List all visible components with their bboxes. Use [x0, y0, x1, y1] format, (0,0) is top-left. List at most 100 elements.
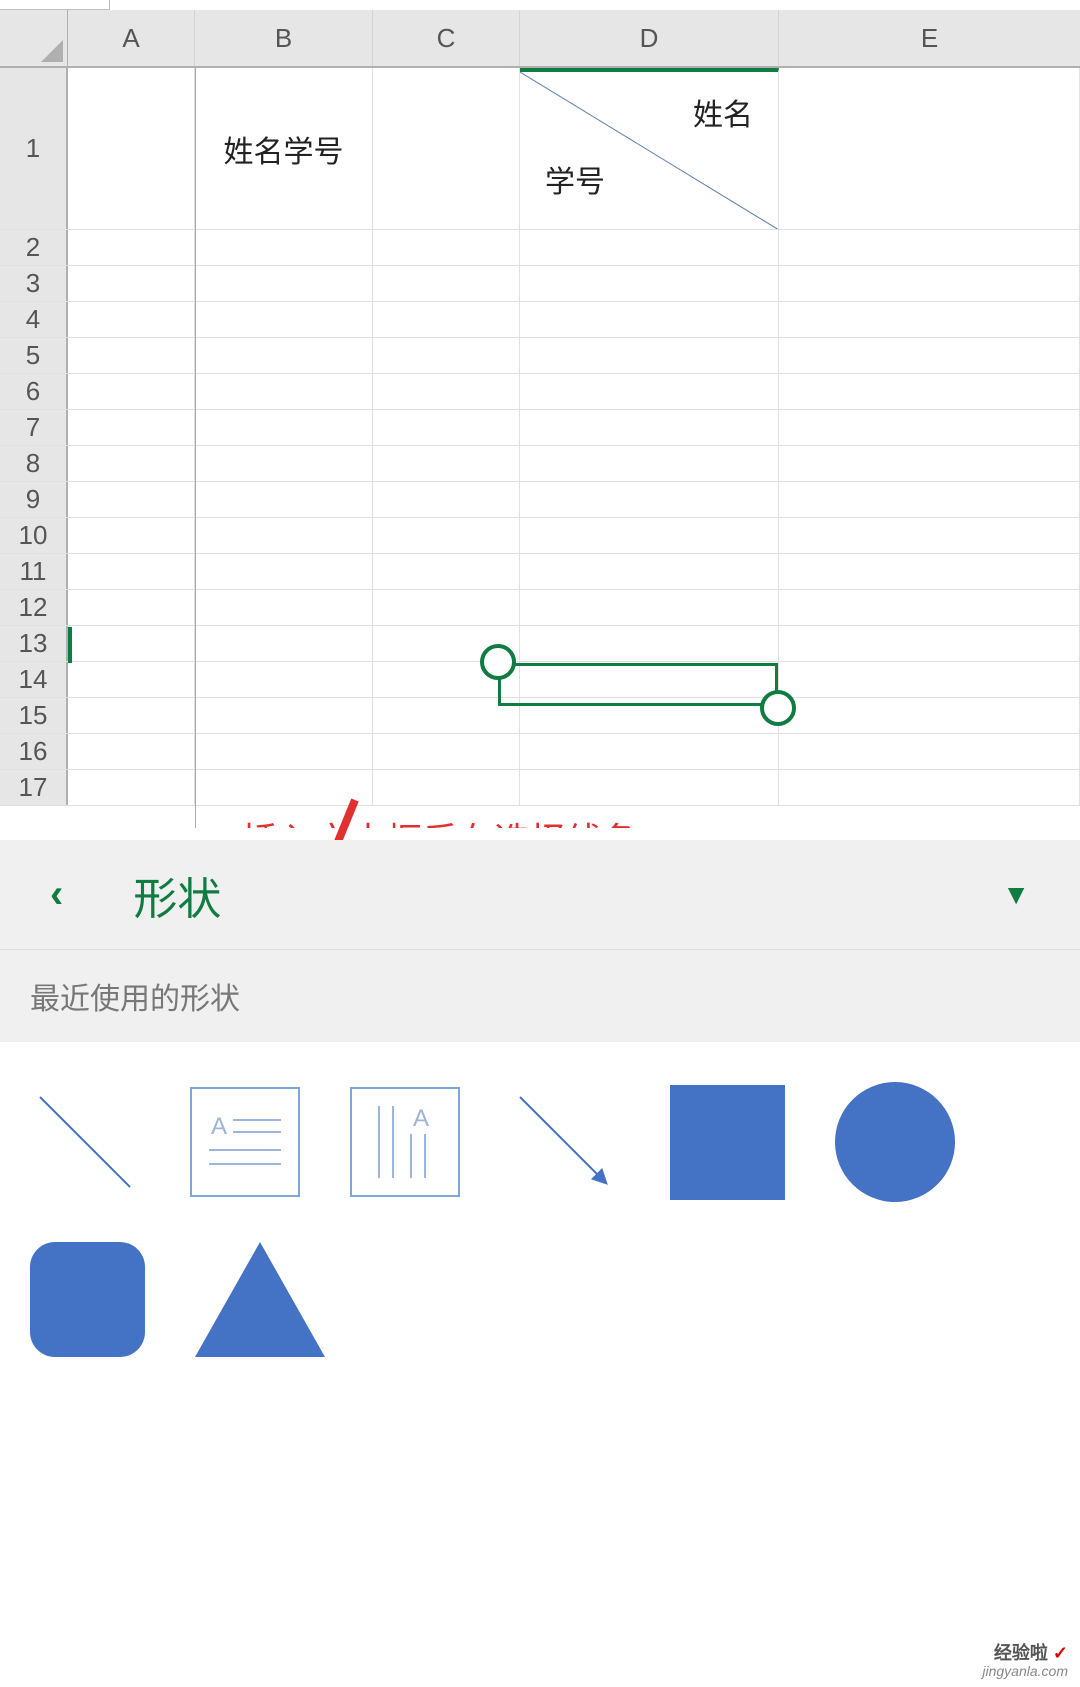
cell[interactable]: [68, 338, 195, 373]
oval-shape-button[interactable]: [835, 1082, 955, 1202]
cell[interactable]: [195, 590, 373, 625]
row-header-7[interactable]: 7: [0, 410, 68, 445]
cell[interactable]: [373, 482, 520, 517]
row-header-17[interactable]: 17: [0, 770, 68, 805]
cell[interactable]: [195, 626, 373, 661]
cell[interactable]: [779, 662, 1080, 697]
cell[interactable]: [373, 302, 520, 337]
cell[interactable]: [520, 554, 779, 589]
row-header-1[interactable]: 1: [0, 68, 68, 229]
resize-handle-bottom-right[interactable]: [760, 690, 796, 726]
row-header-8[interactable]: 8: [0, 446, 68, 481]
column-header-e[interactable]: E: [779, 10, 1080, 66]
row-header-5[interactable]: 5: [0, 338, 68, 373]
row-header-3[interactable]: 3: [0, 266, 68, 301]
row-header-9[interactable]: 9: [0, 482, 68, 517]
cell[interactable]: [195, 446, 373, 481]
cell[interactable]: [195, 230, 373, 265]
cell[interactable]: [195, 734, 373, 769]
line-shape-button[interactable]: [30, 1087, 140, 1197]
row-header-11[interactable]: 11: [0, 554, 68, 589]
cell[interactable]: [520, 590, 779, 625]
inserted-textbox-shape[interactable]: [498, 663, 778, 706]
cell[interactable]: [373, 554, 520, 589]
cell[interactable]: [195, 662, 373, 697]
cell[interactable]: [195, 302, 373, 337]
cell[interactable]: [520, 410, 779, 445]
cell[interactable]: [779, 446, 1080, 481]
cell[interactable]: [779, 770, 1080, 805]
cell[interactable]: [195, 482, 373, 517]
row-header-4[interactable]: 4: [0, 302, 68, 337]
cell[interactable]: [779, 698, 1080, 733]
cell[interactable]: [373, 734, 520, 769]
cell[interactable]: [779, 482, 1080, 517]
cell[interactable]: [779, 338, 1080, 373]
rectangle-shape-button[interactable]: [670, 1085, 785, 1200]
cell-d1[interactable]: 姓名 学号: [520, 68, 779, 229]
cell[interactable]: [195, 410, 373, 445]
cell[interactable]: [68, 302, 195, 337]
cell[interactable]: [68, 626, 195, 661]
cell[interactable]: [373, 446, 520, 481]
cell[interactable]: [373, 518, 520, 553]
cell[interactable]: [373, 590, 520, 625]
cell[interactable]: [520, 374, 779, 409]
cell[interactable]: [68, 770, 195, 805]
rounded-rectangle-shape-button[interactable]: [30, 1242, 145, 1357]
cell[interactable]: [373, 230, 520, 265]
cell[interactable]: [520, 482, 779, 517]
arrow-line-shape-button[interactable]: [510, 1087, 620, 1197]
cell[interactable]: [520, 518, 779, 553]
cell[interactable]: [195, 338, 373, 373]
cell[interactable]: [779, 734, 1080, 769]
row-header-14[interactable]: 14: [0, 662, 68, 697]
row-header-16[interactable]: 16: [0, 734, 68, 769]
cell[interactable]: [520, 266, 779, 301]
cell[interactable]: [68, 518, 195, 553]
spreadsheet-grid[interactable]: 1 姓名学号 姓名 学号 2 3 4 5 6 7 8 9 10 11 12 13…: [0, 68, 1080, 828]
row-header-13[interactable]: 13: [0, 626, 68, 661]
cell[interactable]: [520, 230, 779, 265]
cell[interactable]: [373, 266, 520, 301]
row-header-2[interactable]: 2: [0, 230, 68, 265]
horizontal-textbox-button[interactable]: A: [190, 1087, 300, 1197]
select-all-corner[interactable]: [0, 10, 68, 66]
cell[interactable]: [779, 230, 1080, 265]
cell[interactable]: [68, 482, 195, 517]
cell[interactable]: [779, 554, 1080, 589]
cell[interactable]: [520, 302, 779, 337]
back-chevron-icon[interactable]: ‹: [50, 872, 63, 917]
cell[interactable]: [68, 662, 195, 697]
cell[interactable]: [68, 698, 195, 733]
cell[interactable]: [520, 770, 779, 805]
cell[interactable]: [520, 734, 779, 769]
column-header-b[interactable]: B: [195, 10, 373, 66]
cell[interactable]: [779, 590, 1080, 625]
cell[interactable]: [779, 374, 1080, 409]
cell-a1[interactable]: [68, 68, 195, 229]
triangle-shape-button[interactable]: [195, 1242, 325, 1357]
column-header-a[interactable]: A: [68, 10, 195, 66]
cell[interactable]: [779, 266, 1080, 301]
resize-handle-top-left[interactable]: [480, 644, 516, 680]
cell[interactable]: [68, 266, 195, 301]
cell[interactable]: [68, 230, 195, 265]
cell[interactable]: [68, 446, 195, 481]
cell[interactable]: [520, 626, 779, 661]
cell[interactable]: [195, 698, 373, 733]
cell[interactable]: [195, 374, 373, 409]
cell[interactable]: [68, 734, 195, 769]
cell[interactable]: [520, 446, 779, 481]
cell[interactable]: [373, 410, 520, 445]
cell-c1[interactable]: [373, 68, 520, 229]
cell-e1[interactable]: [779, 68, 1080, 229]
cell[interactable]: [520, 338, 779, 373]
cell[interactable]: [68, 410, 195, 445]
cell[interactable]: [373, 338, 520, 373]
cell[interactable]: [373, 770, 520, 805]
row-header-15[interactable]: 15: [0, 698, 68, 733]
cell[interactable]: [779, 518, 1080, 553]
cell[interactable]: [195, 518, 373, 553]
dropdown-caret-icon[interactable]: ▼: [1002, 879, 1030, 911]
